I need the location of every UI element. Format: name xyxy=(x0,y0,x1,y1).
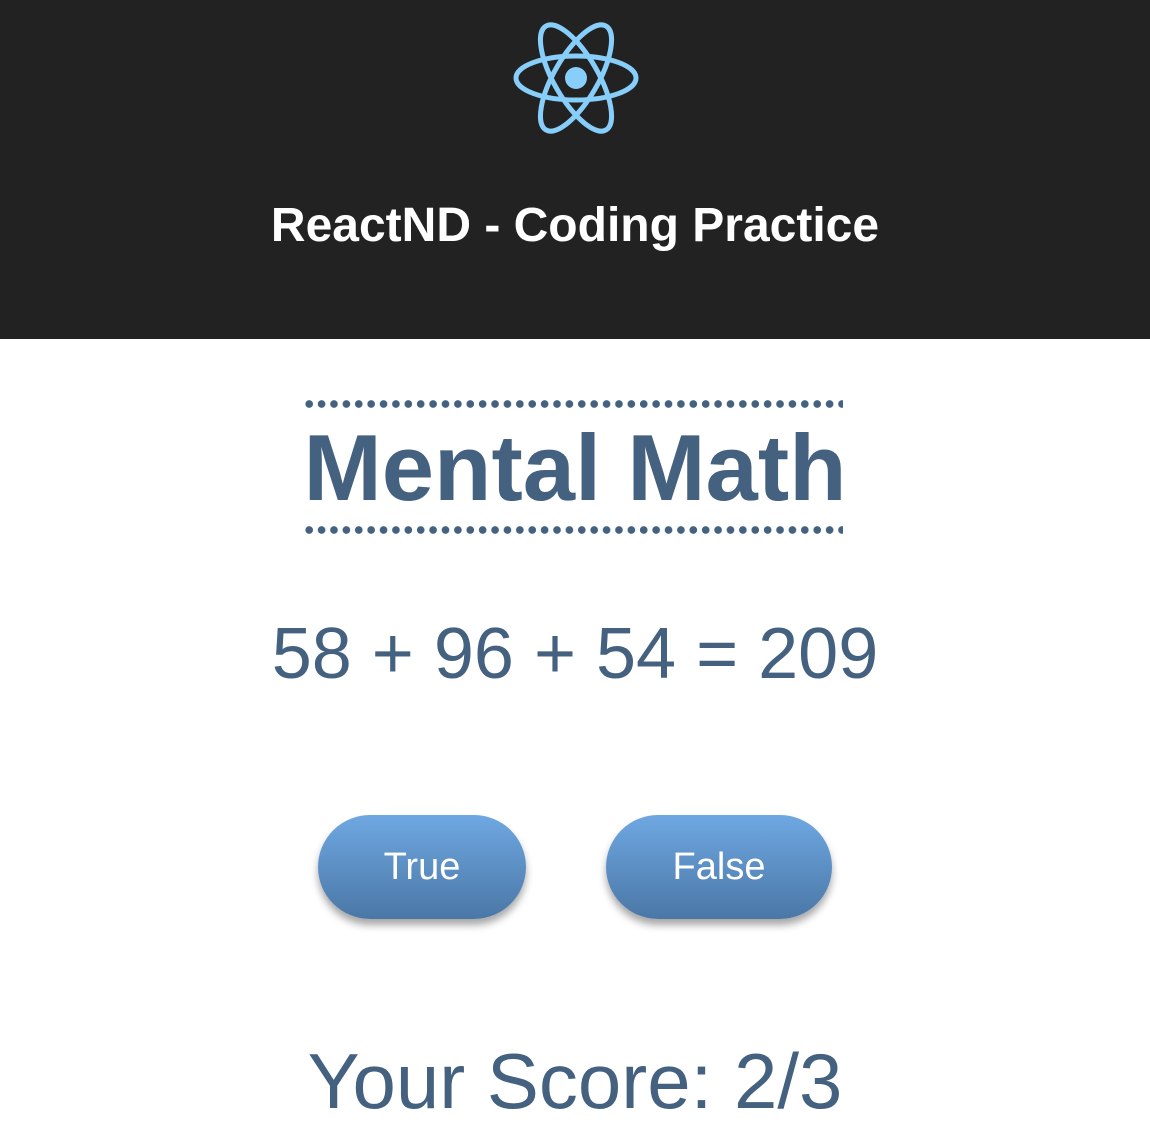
app-title: ReactND - Coding Practice xyxy=(270,199,880,252)
game-title: Mental Math xyxy=(303,400,847,534)
true-button[interactable]: True xyxy=(318,815,526,919)
app-root: ReactND - Coding Practice Mental Math 58… xyxy=(0,0,1150,1148)
title-dotted-border-top xyxy=(303,400,844,408)
app-header: ReactND - Coding Practice xyxy=(0,0,1150,339)
react-atom-icon xyxy=(513,22,639,134)
game-title-container: Mental Math xyxy=(0,400,1150,540)
answer-buttons: True False xyxy=(0,815,1150,925)
equation-text: 58 + 96 + 54 = 209 xyxy=(271,614,879,694)
score-text: Your Score: 2/3 xyxy=(307,1037,843,1125)
title-dotted-border-bottom xyxy=(303,526,844,534)
game-title-text: Mental Math xyxy=(303,415,847,520)
false-button[interactable]: False xyxy=(606,815,832,919)
